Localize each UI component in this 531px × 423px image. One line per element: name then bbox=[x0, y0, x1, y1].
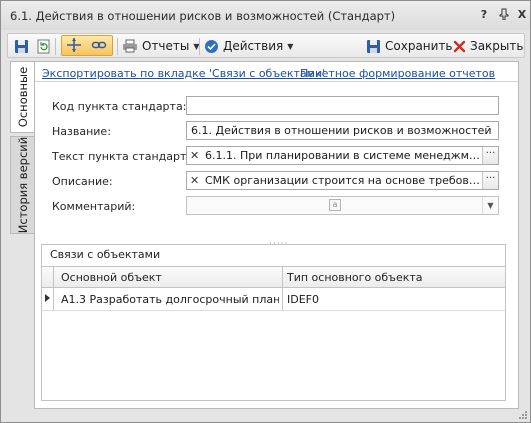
reports-dropdown[interactable]: Отчеты ▼ bbox=[122, 37, 200, 55]
table-row[interactable]: А1.3 Разработать долгосрочный план р... … bbox=[42, 288, 505, 311]
expand-toggle-button[interactable] bbox=[64, 36, 84, 54]
chain-link-icon bbox=[91, 41, 107, 49]
standard-text-field[interactable]: ✕ 6.1.1. При планировании в системе мене… bbox=[186, 146, 499, 165]
main-panel: Экспортировать по вкладке 'Связи с объек… bbox=[34, 61, 519, 409]
tab-main[interactable]: Основные bbox=[10, 61, 34, 133]
printer-icon bbox=[123, 39, 137, 53]
refresh-button[interactable] bbox=[33, 37, 53, 55]
close-button[interactable]: Закрыть bbox=[453, 37, 523, 55]
side-tab-strip: Основные История версий bbox=[10, 61, 34, 411]
relations-group: Связи с объектами Основной объект Тип ос… bbox=[41, 244, 506, 401]
code-label: Код пункта стандарта: bbox=[52, 100, 187, 113]
clear-x-icon[interactable]: ✕ bbox=[190, 147, 199, 164]
tab-main-label: Основные bbox=[15, 66, 30, 128]
code-field[interactable] bbox=[186, 96, 499, 115]
relations-title: Связи с объектами bbox=[50, 248, 161, 261]
close-window-button[interactable]: X bbox=[515, 8, 529, 22]
pin-icon[interactable] bbox=[497, 8, 511, 22]
text-edit-icon: a bbox=[329, 199, 341, 211]
dialog-window: 6.1. Действия в отношении рисков и возмо… bbox=[0, 0, 531, 423]
link-toggle-button[interactable] bbox=[89, 36, 109, 54]
comment-combo[interactable]: a ▼ bbox=[186, 196, 499, 215]
reports-label: Отчеты bbox=[142, 39, 190, 53]
chevron-down-icon[interactable]: ▼ bbox=[482, 197, 498, 214]
tab-history[interactable]: История версий bbox=[10, 136, 34, 234]
actions-label: Действия bbox=[223, 39, 284, 53]
title-bar[interactable]: 6.1. Действия в отношении рисков и возмо… bbox=[1, 1, 530, 30]
ellipsis-button[interactable]: ··· bbox=[482, 172, 498, 189]
save-icon-button[interactable] bbox=[11, 37, 31, 55]
name-label: Название: bbox=[52, 125, 111, 138]
toolbar-separator bbox=[55, 38, 56, 55]
export-link[interactable]: Экспортировать по вкладке 'Связи с объек… bbox=[42, 67, 325, 80]
chevron-down-icon: ▼ bbox=[287, 41, 294, 51]
description-value: СМК организации строится на основе требо… bbox=[205, 174, 480, 187]
column-header-type[interactable]: Тип основного объекта bbox=[287, 271, 423, 284]
actions-dropdown[interactable]: Действия ▼ bbox=[204, 37, 293, 55]
floppy-icon bbox=[367, 39, 380, 53]
help-button[interactable]: ? bbox=[477, 8, 491, 22]
ellipsis-button[interactable]: ··· bbox=[482, 147, 498, 164]
comment-label: Комментарий: bbox=[52, 200, 136, 213]
toolbar: Отчеты ▼ Действия ▼ Сохранить Закрыть bbox=[7, 33, 525, 58]
cell-type: IDEF0 bbox=[287, 293, 319, 306]
expand-arrows-icon bbox=[67, 38, 81, 52]
save-button[interactable]: Сохранить bbox=[366, 37, 453, 55]
batch-reports-link[interactable]: Пакетное формирование отчетов bbox=[300, 67, 495, 80]
close-label: Закрыть bbox=[470, 39, 524, 53]
link-bar: Экспортировать по вкладке 'Связи с объек… bbox=[35, 65, 518, 82]
name-field[interactable]: 6.1. Действия в отношении рисков и возмо… bbox=[186, 121, 499, 140]
floppy-icon bbox=[14, 39, 28, 53]
standard-text-label: Текст пункта стандарта: bbox=[52, 150, 197, 163]
grid-header: Основной объект Тип основного объекта bbox=[42, 267, 505, 288]
relations-grid: Основной объект Тип основного объекта А1… bbox=[42, 266, 505, 396]
actions-globe-icon bbox=[205, 39, 218, 53]
row-pointer-icon bbox=[45, 294, 50, 302]
red-x-icon bbox=[453, 40, 466, 52]
save-label: Сохранить bbox=[385, 39, 453, 53]
toggle-group bbox=[61, 35, 113, 56]
resize-grip-icon[interactable] bbox=[517, 409, 527, 419]
clear-x-icon[interactable]: ✕ bbox=[190, 172, 199, 189]
toolbar-separator bbox=[199, 38, 200, 55]
window-title: 6.1. Действия в отношении рисков и возмо… bbox=[10, 9, 396, 23]
standard-text-value: 6.1.1. При планировании в системе менедж… bbox=[205, 149, 480, 162]
description-label: Описание: bbox=[52, 175, 113, 188]
description-field[interactable]: ✕ СМК организации строится на основе тре… bbox=[186, 171, 499, 190]
refresh-doc-icon bbox=[37, 39, 49, 53]
column-header-object[interactable]: Основной объект bbox=[61, 271, 162, 284]
tab-history-label: История версий bbox=[15, 136, 30, 234]
toolbar-separator bbox=[117, 38, 118, 55]
cell-object: А1.3 Разработать долгосрочный план р... bbox=[61, 293, 279, 306]
